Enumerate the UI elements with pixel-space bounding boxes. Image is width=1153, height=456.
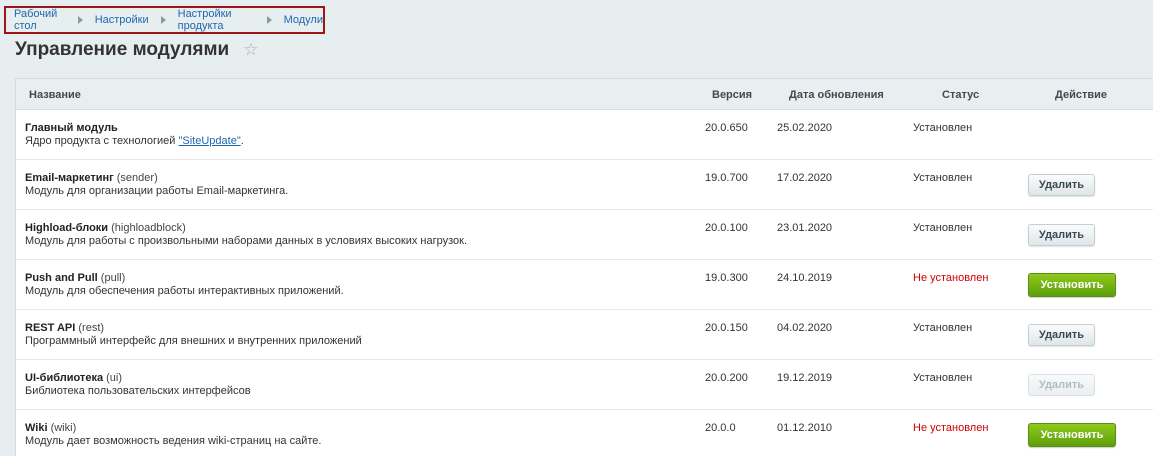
- module-title: UI-библиотека: [25, 372, 104, 384]
- table-row: Push and Pull (pull) Модуль для обеспече…: [16, 260, 1153, 310]
- module-version: 20.0.150: [705, 322, 748, 334]
- column-header-name: Название: [29, 89, 81, 101]
- module-title: Wiki: [25, 422, 48, 434]
- module-code: (wiki): [50, 422, 77, 434]
- module-name-cell: Push and Pull (pull) Модуль для обеспече…: [25, 272, 344, 298]
- table-row: UI-библиотека (ui) Библиотека пользовате…: [16, 360, 1153, 410]
- column-header-date: Дата обновления: [789, 89, 884, 101]
- column-header-version: Версия: [712, 89, 753, 101]
- module-date: 01.12.2010: [777, 422, 833, 434]
- column-header-action: Действие: [1055, 89, 1107, 101]
- module-code: (rest): [78, 322, 105, 334]
- module-status: Установлен: [913, 172, 973, 184]
- module-version: 19.0.700: [705, 172, 748, 184]
- install-button[interactable]: Установить: [1028, 273, 1116, 297]
- module-code: (ui): [106, 372, 123, 384]
- breadcrumb-separator-icon: [266, 16, 272, 24]
- module-title: Главный модуль: [25, 122, 118, 134]
- page-title: Управление модулями: [15, 39, 230, 60]
- module-code: (pull): [100, 272, 126, 284]
- breadcrumb-product-settings[interactable]: Настройки продукта: [178, 8, 255, 32]
- module-title: Email-маркетинг: [25, 172, 114, 184]
- module-status: Установлен: [913, 372, 973, 384]
- table-row: Highload-блоки (highloadblock) Модуль дл…: [16, 210, 1153, 260]
- modules-table: Название Версия Дата обновления Статус Д…: [15, 78, 1153, 456]
- module-description: Модуль для работы с произвольными набора…: [25, 235, 468, 247]
- module-description: Модуль для организации работы Email-марк…: [25, 185, 289, 197]
- module-description: Программный интерфейс для внешних и внут…: [25, 335, 362, 347]
- breadcrumb: Рабочий стол Настройки Настройки продукт…: [4, 6, 325, 34]
- delete-button[interactable]: Удалить: [1028, 324, 1095, 346]
- delete-button-disabled: Удалить: [1028, 374, 1095, 396]
- module-description: Модуль для обеспечения работы интерактив…: [25, 285, 344, 297]
- table-row: Wiki (wiki) Модуль дает возможность веде…: [16, 410, 1153, 456]
- module-description: Библиотека пользовательских интерфейсов: [25, 385, 251, 397]
- breadcrumb-separator-icon: [160, 16, 166, 24]
- table-row: Email-маркетинг (sender) Модуль для орга…: [16, 160, 1153, 210]
- module-version: 20.0.650: [705, 122, 748, 134]
- breadcrumb-separator-icon: [77, 16, 83, 24]
- module-status: Установлен: [913, 122, 973, 134]
- module-name-cell: UI-библиотека (ui) Библиотека пользовате…: [25, 372, 251, 398]
- module-name-cell: Wiki (wiki) Модуль дает возможность веде…: [25, 422, 321, 448]
- column-header-status: Статус: [942, 89, 980, 101]
- module-description-text: Ядро продукта с технологией: [25, 135, 179, 147]
- module-code: (highloadblock): [111, 222, 186, 234]
- install-button[interactable]: Установить: [1028, 423, 1116, 447]
- module-name-cell: Email-маркетинг (sender) Модуль для орга…: [25, 172, 288, 198]
- module-name-cell: Главный модуль Ядро продукта с технологи…: [25, 122, 244, 148]
- module-title: Push and Pull: [25, 272, 98, 284]
- star-icon[interactable]: ☆: [243, 40, 258, 60]
- breadcrumb-settings[interactable]: Настройки: [95, 14, 149, 26]
- module-description-suffix: .: [240, 135, 244, 147]
- module-code: (sender): [116, 172, 158, 184]
- module-date: 17.02.2020: [777, 172, 833, 184]
- table-row: REST API (rest) Программный интерфейс дл…: [16, 310, 1153, 360]
- module-version: 20.0.100: [705, 222, 748, 234]
- delete-button[interactable]: Удалить: [1028, 224, 1095, 246]
- module-date: 19.12.2019: [777, 372, 833, 384]
- table-header: Название Версия Дата обновления Статус Д…: [16, 79, 1153, 110]
- module-date: 04.02.2020: [777, 322, 833, 334]
- module-status: Не установлен: [913, 272, 989, 284]
- module-description: Ядро продукта с технологией "SiteUpdate"…: [25, 135, 244, 148]
- table-row: Главный модуль Ядро продукта с технологи…: [16, 110, 1153, 160]
- module-date: 23.01.2020: [777, 222, 833, 234]
- module-name-cell: Highload-блоки (highloadblock) Модуль дл…: [25, 222, 467, 248]
- module-version: 20.0.200: [705, 372, 748, 384]
- module-status: Установлен: [913, 222, 973, 234]
- delete-button[interactable]: Удалить: [1028, 174, 1095, 196]
- breadcrumb-desktop[interactable]: Рабочий стол: [14, 8, 66, 32]
- page-title-container: Управление модулями ☆: [15, 39, 258, 61]
- module-version: 20.0.0: [705, 422, 736, 434]
- module-title: REST API: [25, 322, 76, 334]
- module-date: 24.10.2019: [777, 272, 833, 284]
- siteupdate-link[interactable]: "SiteUpdate": [178, 135, 240, 147]
- module-status: Не установлен: [913, 422, 989, 434]
- module-version: 19.0.300: [705, 272, 748, 284]
- module-status: Установлен: [913, 322, 973, 334]
- module-name-cell: REST API (rest) Программный интерфейс дл…: [25, 322, 362, 348]
- module-description: Модуль дает возможность ведения wiki-стр…: [25, 435, 322, 447]
- breadcrumb-modules[interactable]: Модули: [284, 14, 323, 26]
- module-date: 25.02.2020: [777, 122, 833, 134]
- module-title: Highload-блоки: [25, 222, 109, 234]
